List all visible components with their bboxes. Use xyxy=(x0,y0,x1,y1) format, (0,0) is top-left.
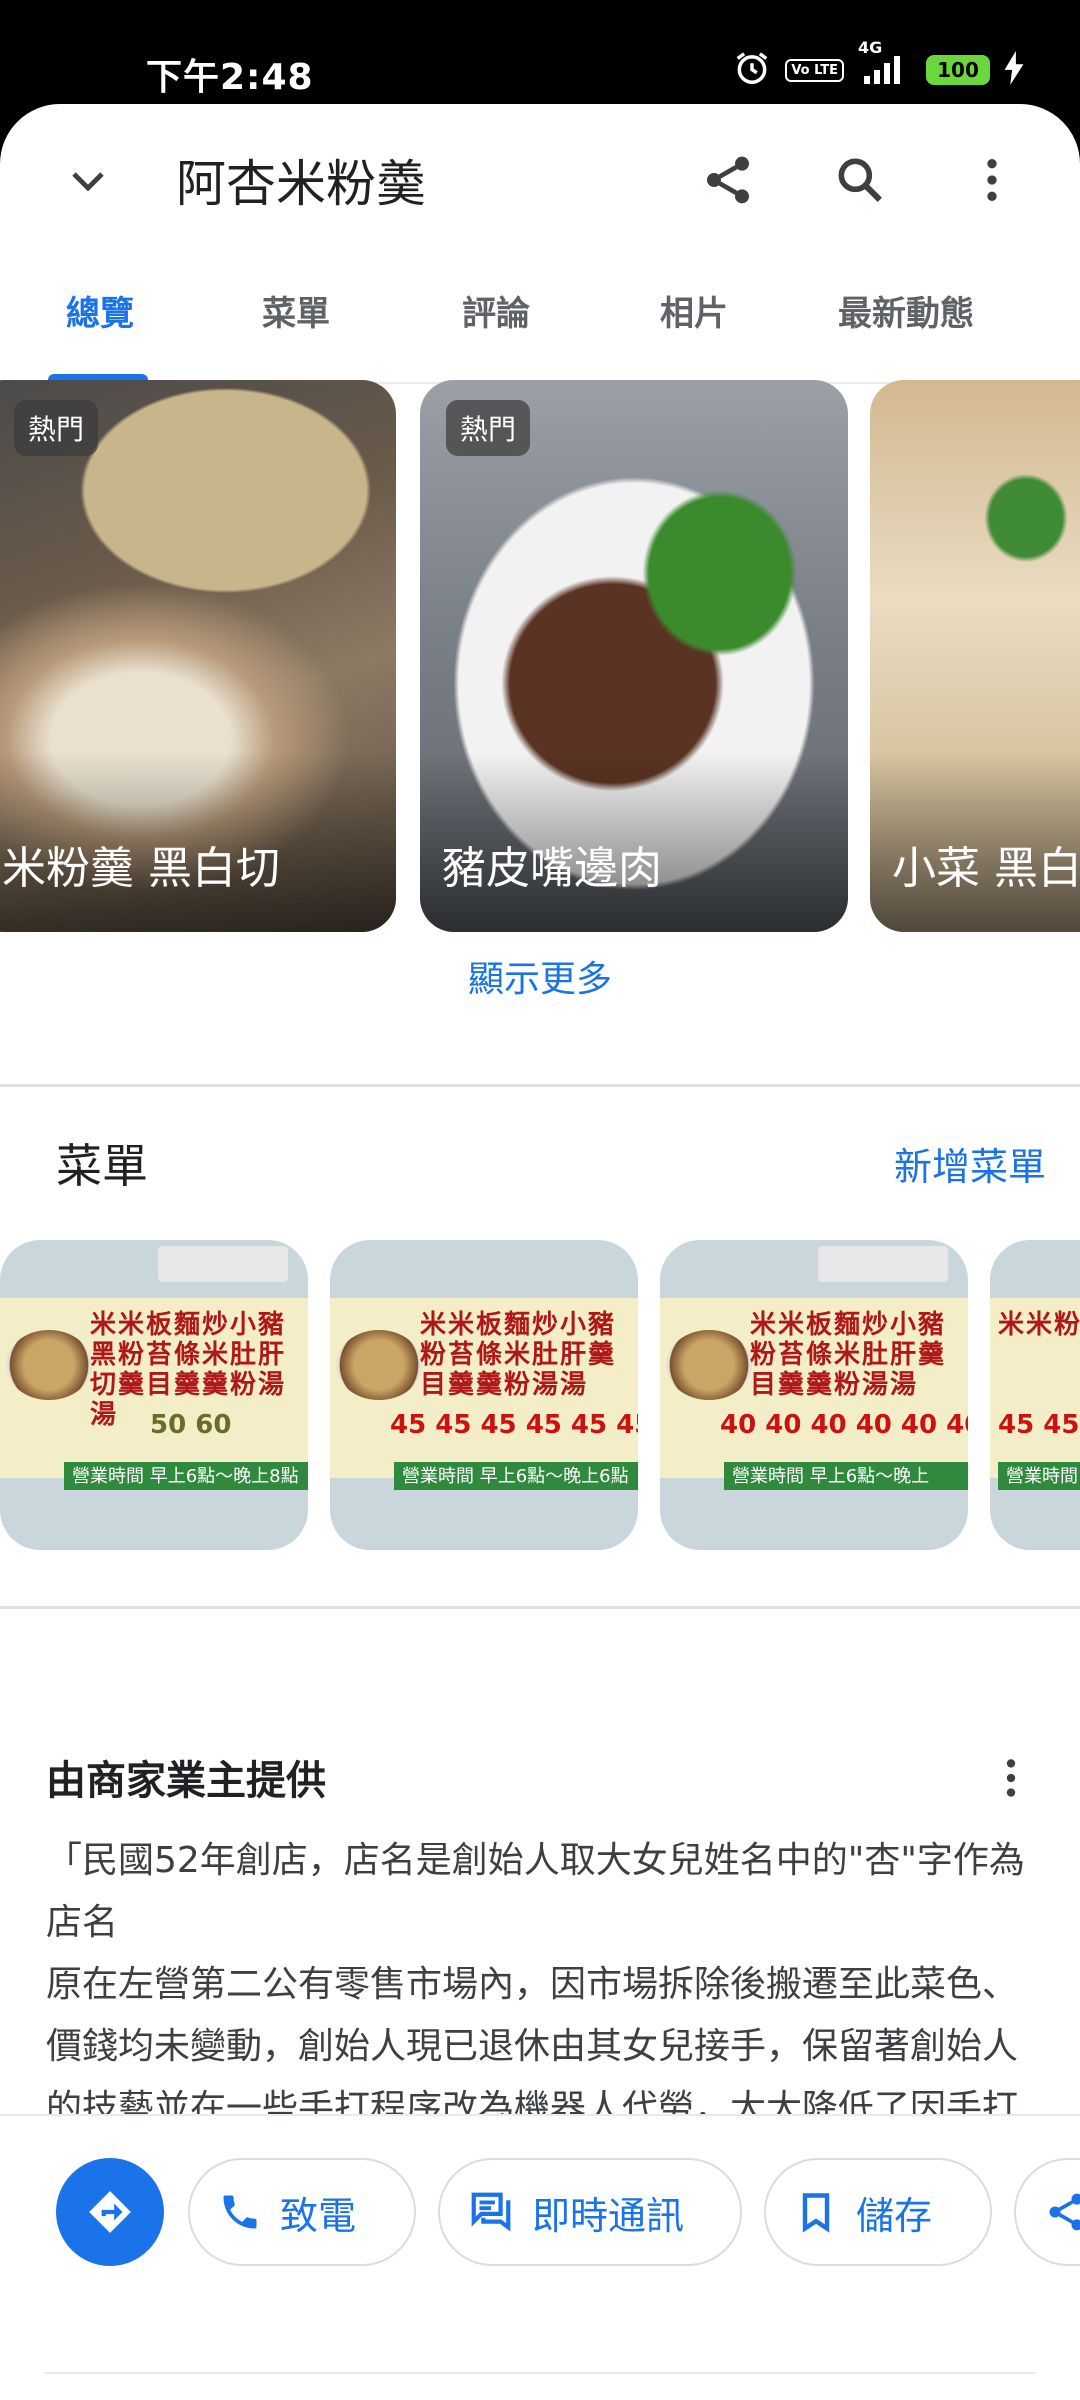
tab-photos[interactable]: 相片 xyxy=(660,286,728,335)
status-bar: 下午2:48 Vo LTE 4G 100 xyxy=(0,0,1080,104)
call-label: 致電 xyxy=(280,2193,357,2238)
battery-icon: 100 xyxy=(926,55,990,85)
menu-photo[interactable]: 米米粉羹 45 45 營業時間 xyxy=(990,1240,1080,1550)
share-button[interactable] xyxy=(688,140,768,220)
search-button[interactable] xyxy=(820,140,900,220)
dish-caption: 小菜 黑白 xyxy=(892,843,1080,894)
save-label: 儲存 xyxy=(856,2193,933,2238)
more-vert-icon xyxy=(987,159,997,201)
menu-board-text: 米米板麵炒小豬粉苔條米肚肝羹目羹羹粉湯湯 xyxy=(750,1310,947,1400)
bowl-shape xyxy=(336,1330,422,1400)
chat-icon xyxy=(471,2192,511,2232)
share-icon xyxy=(707,156,749,204)
popular-badge: 熱門 xyxy=(14,400,99,456)
business-more-button[interactable] xyxy=(986,1748,1036,1808)
charging-icon xyxy=(1004,51,1024,89)
tab-bar: 總覽 菜單 評論 相片 最新動態 xyxy=(0,264,1080,384)
system-nav-bar xyxy=(0,2372,1080,2400)
menu-photo[interactable]: 米米板麵炒小豬粉苔條米肚肝羹目羹羹粉湯湯 45 45 45 45 45 45 4… xyxy=(330,1240,638,1550)
action-bar: 致電 即時通訊 儲存 xyxy=(0,2114,1080,2266)
place-title: 阿杏米粉羮 xyxy=(176,155,426,213)
more-vert-icon xyxy=(1006,1759,1016,1797)
bowl-shape xyxy=(6,1330,92,1400)
air-conditioner-shape xyxy=(818,1246,948,1282)
menu-photo[interactable]: 米米板麵炒小豬粉苔條米肚肝羹目羹羹粉湯湯 40 40 40 40 40 40 營… xyxy=(660,1240,968,1550)
dish-caption: 豬皮嘴邊肉 xyxy=(442,843,662,894)
menu-photos-carousel[interactable]: 米米板麵炒小豬黑粉苔條米肚肝切羹目羹羹粉湯湯 50 60 營業時間 早上6點～晚… xyxy=(0,1240,1080,1550)
tab-reviews[interactable]: 評論 xyxy=(462,286,530,335)
bowl-shape xyxy=(666,1330,752,1400)
add-menu-link[interactable]: 新增菜單 xyxy=(894,1136,1046,1191)
chat-button[interactable]: 即時通訊 xyxy=(438,2158,742,2266)
dish-photo[interactable]: 熱門 豬皮嘴邊肉 xyxy=(420,380,848,932)
menu-board-text: 米米粉羹 xyxy=(998,1310,1080,1340)
directions-icon xyxy=(89,2191,131,2233)
save-button[interactable]: 儲存 xyxy=(764,2158,992,2266)
app-bar: 阿杏米粉羮 xyxy=(0,104,1080,252)
menu-board-hours: 營業時間 xyxy=(998,1462,1080,1490)
dish-photo[interactable]: 熱門 米粉羹 黑白切 xyxy=(0,380,396,932)
menu-board-hours: 營業時間 早上6點～晚上8點 xyxy=(64,1462,308,1490)
chat-label: 即時通訊 xyxy=(532,2193,685,2238)
menu-board-prices: 45 45 xyxy=(998,1410,1080,1440)
menu-board-hours: 營業時間 早上6點～晚上6點 xyxy=(394,1462,638,1490)
call-button[interactable]: 致電 xyxy=(188,2158,416,2266)
tab-updates[interactable]: 最新動態 xyxy=(838,286,974,335)
share-action-button[interactable] xyxy=(1014,2158,1080,2266)
status-icons: Vo LTE 4G 100 xyxy=(733,38,1024,92)
show-more-link[interactable]: 顯示更多 xyxy=(0,950,1080,1002)
more-options-button[interactable] xyxy=(952,140,1032,220)
signal-icon: 4G xyxy=(858,38,912,90)
menu-board-hours: 營業時間 早上6點～晚上 xyxy=(724,1462,968,1490)
bookmark-icon xyxy=(802,2193,830,2233)
tab-overview[interactable]: 總覽 xyxy=(66,286,134,335)
business-paragraph: 「民國52年創店，店名是創始人取大女兒姓名中的"杏"字作為店名 xyxy=(46,1840,1025,1943)
directions-button[interactable] xyxy=(56,2158,164,2266)
collapse-button[interactable] xyxy=(48,140,128,220)
air-conditioner-shape xyxy=(158,1246,288,1282)
menu-board-prices: 50 60 xyxy=(150,1410,232,1440)
menu-photo[interactable]: 米米板麵炒小豬黑粉苔條米肚肝切羹目羹羹粉湯湯 50 60 營業時間 早上6點～晚… xyxy=(0,1240,308,1550)
search-icon xyxy=(838,158,882,202)
business-section-title: 由商家業主提供 xyxy=(46,1758,326,1804)
share-icon xyxy=(1049,2193,1080,2231)
menu-board-prices: 40 40 40 40 40 40 xyxy=(720,1410,968,1440)
alarm-icon xyxy=(733,49,771,91)
volte-icon: Vo LTE xyxy=(785,58,844,82)
menu-board-text: 米米板麵炒小豬粉苔條米肚肝羹目羹羹粉湯湯 xyxy=(420,1310,617,1400)
divider xyxy=(0,1084,1080,1087)
chevron-down-icon xyxy=(72,172,104,192)
phone-icon xyxy=(223,2195,257,2229)
place-sheet: 阿杏米粉羮 總覽 菜單 評論 相片 最新動態 熱門 米粉羹 黑白切 熱門 豬皮嘴… xyxy=(0,104,1080,2400)
status-time: 下午2:48 xyxy=(146,57,314,98)
dish-caption: 米粉羹 黑白切 xyxy=(2,843,280,894)
popular-dishes-carousel[interactable]: 熱門 米粉羹 黑白切 熱門 豬皮嘴邊肉 小菜 黑白 xyxy=(0,380,1080,932)
divider xyxy=(0,1606,1080,1609)
dish-photo[interactable]: 小菜 黑白 xyxy=(870,380,1080,932)
menu-board-prices: 45 45 45 45 45 45 45 xyxy=(390,1410,638,1440)
tab-menu[interactable]: 菜單 xyxy=(262,286,330,335)
menu-section-title: 菜單 xyxy=(56,1139,148,1193)
popular-badge: 熱門 xyxy=(446,400,531,456)
